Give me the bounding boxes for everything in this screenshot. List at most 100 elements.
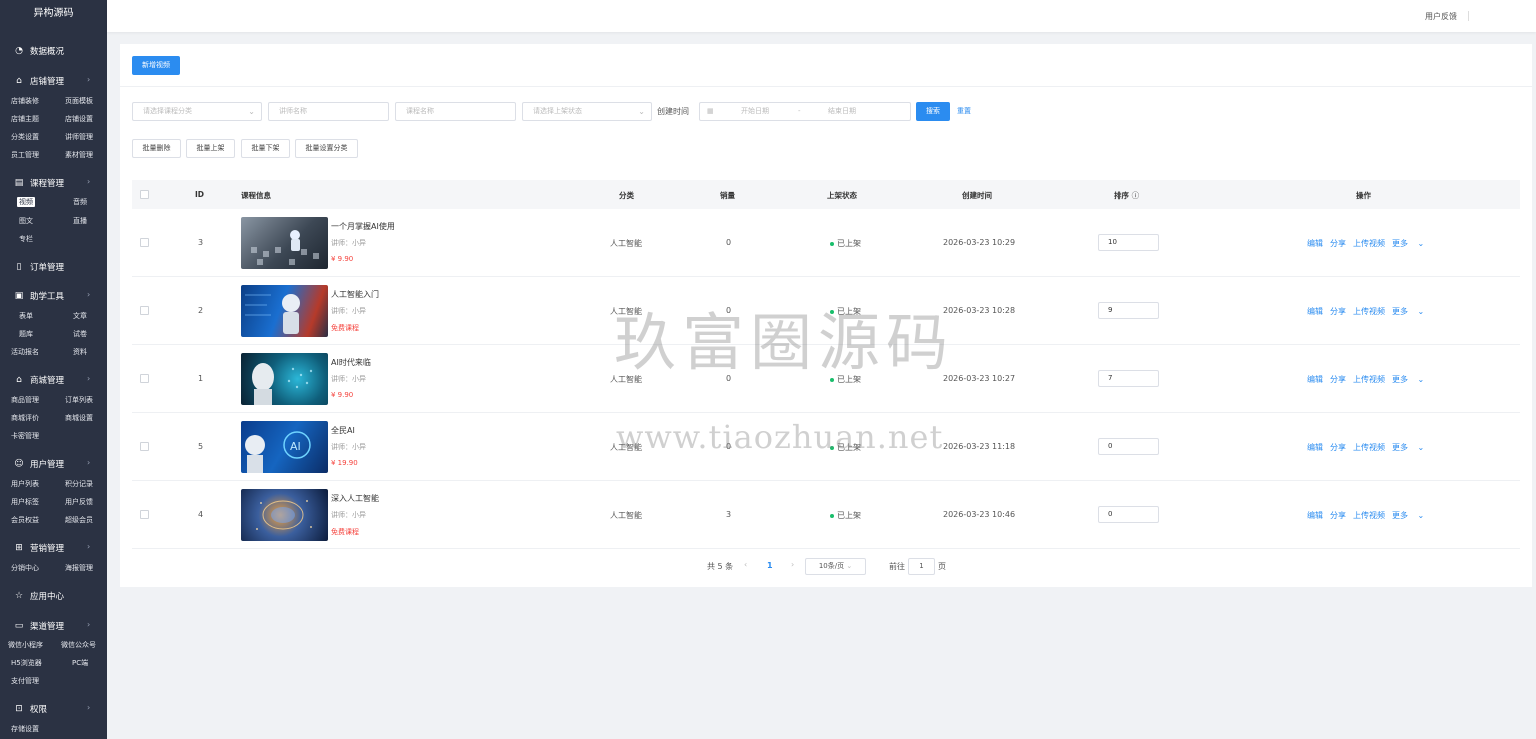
sidebar-item[interactable]: 分类设置 (11, 132, 39, 142)
date-range-picker[interactable]: ▦ 开始日期 - 结束日期 (699, 102, 911, 121)
sidebar-item[interactable]: 分销中心 (11, 563, 39, 573)
row-checkbox[interactable] (140, 238, 149, 247)
edit-link[interactable]: 编辑 (1307, 239, 1323, 248)
sidebar-item[interactable]: 会员权益 (11, 515, 39, 525)
row-checkbox[interactable] (140, 374, 149, 383)
user-feedback-link[interactable]: 用户反馈 (1425, 11, 1457, 22)
sidebar-item[interactable]: 资料 (73, 347, 87, 357)
more-dropdown[interactable]: 更多 ⌄ (1392, 239, 1431, 248)
sidebar-item[interactable]: 用户标签 (11, 497, 39, 507)
sidebar-section-course[interactable]: ▤ 课程管理 › (0, 174, 107, 192)
sidebar-item[interactable]: 试卷 (73, 329, 87, 339)
sidebar-item[interactable]: 素材管理 (65, 150, 93, 160)
sidebar-item[interactable]: 讲师管理 (65, 132, 93, 142)
course-title[interactable]: 全民AI (331, 425, 355, 436)
sidebar-section-tools[interactable]: ▣ 助学工具 › (0, 287, 107, 305)
edit-link[interactable]: 编辑 (1307, 443, 1323, 452)
row-checkbox[interactable] (140, 306, 149, 315)
sort-input[interactable]: 7 (1098, 370, 1159, 387)
course-thumbnail[interactable] (241, 489, 328, 541)
sidebar-item[interactable]: 用户反馈 (65, 497, 93, 507)
row-checkbox[interactable] (140, 510, 149, 519)
next-page-icon[interactable]: › (791, 560, 794, 569)
sidebar-item[interactable]: 活动报名 (11, 347, 39, 357)
category-select[interactable]: 请选择课程分类 ⌄ (132, 102, 262, 121)
sidebar-item[interactable]: 海报管理 (65, 563, 93, 573)
add-video-button[interactable]: 新增视频 (132, 56, 180, 75)
upload-video-link[interactable]: 上传视频 (1353, 239, 1385, 248)
more-dropdown[interactable]: 更多 ⌄ (1392, 443, 1431, 452)
row-checkbox[interactable] (140, 442, 149, 451)
sidebar-item[interactable]: 题库 (19, 329, 33, 339)
batch-publish-button[interactable]: 批量上架 (186, 139, 235, 158)
upload-video-link[interactable]: 上传视频 (1353, 511, 1385, 520)
sidebar-item-apps[interactable]: ☆ 应用中心 (0, 587, 107, 605)
sidebar-section-marketing[interactable]: ⊞ 营销管理 › (0, 539, 107, 557)
status-select[interactable]: 请选择上架状态 ⌄ (522, 102, 652, 121)
sidebar-item-video[interactable]: 视频 (17, 197, 35, 207)
sidebar-item[interactable]: 商城评价 (11, 413, 39, 423)
sidebar-item[interactable]: 超级会员 (65, 515, 93, 525)
sidebar-item[interactable]: 店铺设置 (65, 114, 93, 124)
sidebar-item[interactable]: 页面模板 (65, 96, 93, 106)
sidebar-item[interactable]: 专栏 (19, 234, 33, 244)
prev-page-icon[interactable]: ‹ (744, 560, 747, 569)
sidebar-item-orders[interactable]: ▯ 订单管理 (0, 258, 107, 276)
sidebar-section-mall[interactable]: ⌂ 商城管理 › (0, 371, 107, 389)
batch-delete-button[interactable]: 批量删除 (132, 139, 181, 158)
sidebar-item[interactable]: 表单 (19, 311, 33, 321)
sidebar-item[interactable]: 商品管理 (11, 395, 39, 405)
page-number-current[interactable]: 1 (767, 561, 773, 570)
sidebar-item[interactable]: 店铺装修 (11, 96, 39, 106)
upload-video-link[interactable]: 上传视频 (1353, 443, 1385, 452)
sort-input[interactable]: 0 (1098, 438, 1159, 455)
page-size-select[interactable]: 10条/页 ⌄ (805, 558, 866, 575)
lecturer-input[interactable]: 讲师名称 (268, 102, 389, 121)
sidebar-item[interactable]: 微信小程序 (8, 640, 43, 650)
sidebar-item[interactable]: 支付管理 (11, 676, 39, 686)
course-thumbnail[interactable] (241, 285, 328, 337)
sidebar-item[interactable]: 存储设置 (11, 724, 39, 734)
sidebar-item[interactable]: 积分记录 (65, 479, 93, 489)
course-title[interactable]: 一个月掌握AI使用 (331, 221, 395, 232)
sidebar-item[interactable]: PC端 (72, 658, 88, 668)
sidebar-item[interactable]: 直播 (73, 216, 87, 226)
sidebar-item[interactable]: 图文 (19, 216, 33, 226)
sidebar-item[interactable]: 音频 (73, 197, 87, 207)
sidebar-section-users[interactable]: ☺ 用户管理 › (0, 455, 107, 473)
course-title[interactable]: AI时代来临 (331, 357, 371, 368)
course-title[interactable]: 深入人工智能 (331, 493, 379, 504)
sidebar-item[interactable]: 卡密管理 (11, 431, 39, 441)
sort-input[interactable]: 0 (1098, 506, 1159, 523)
course-thumbnail[interactable] (241, 217, 328, 269)
goto-page-input[interactable]: 1 (908, 558, 935, 575)
batch-unpublish-button[interactable]: 批量下架 (241, 139, 290, 158)
more-dropdown[interactable]: 更多 ⌄ (1392, 307, 1431, 316)
search-button[interactable]: 搜索 (916, 102, 950, 121)
sidebar-item[interactable]: 微信公众号 (61, 640, 96, 650)
share-link[interactable]: 分享 (1330, 375, 1346, 384)
course-thumbnail[interactable]: AI (241, 421, 328, 473)
share-link[interactable]: 分享 (1330, 307, 1346, 316)
sidebar-section-perm[interactable]: ⊡ 权限 › (0, 700, 107, 718)
edit-link[interactable]: 编辑 (1307, 307, 1323, 316)
edit-link[interactable]: 编辑 (1307, 375, 1323, 384)
course-title[interactable]: 人工智能入门 (331, 289, 379, 300)
sidebar-item[interactable]: 订单列表 (65, 395, 93, 405)
more-dropdown[interactable]: 更多 ⌄ (1392, 375, 1431, 384)
share-link[interactable]: 分享 (1330, 511, 1346, 520)
share-link[interactable]: 分享 (1330, 239, 1346, 248)
sidebar-item[interactable]: 文章 (73, 311, 87, 321)
batch-category-button[interactable]: 批量设置分类 (295, 139, 358, 158)
upload-video-link[interactable]: 上传视频 (1353, 375, 1385, 384)
course-thumbnail[interactable] (241, 353, 328, 405)
sidebar-section-channels[interactable]: ▭ 渠道管理 › (0, 617, 107, 635)
course-name-input[interactable]: 课程名称 (395, 102, 516, 121)
more-dropdown[interactable]: 更多 ⌄ (1392, 511, 1431, 520)
sort-input[interactable]: 10 (1098, 234, 1159, 251)
sidebar-item[interactable]: H5浏览器 (11, 658, 42, 668)
share-link[interactable]: 分享 (1330, 443, 1346, 452)
sidebar-item[interactable]: 店铺主题 (11, 114, 39, 124)
edit-link[interactable]: 编辑 (1307, 511, 1323, 520)
sidebar-item-dashboard[interactable]: ◔ 数据概况 (0, 42, 107, 60)
